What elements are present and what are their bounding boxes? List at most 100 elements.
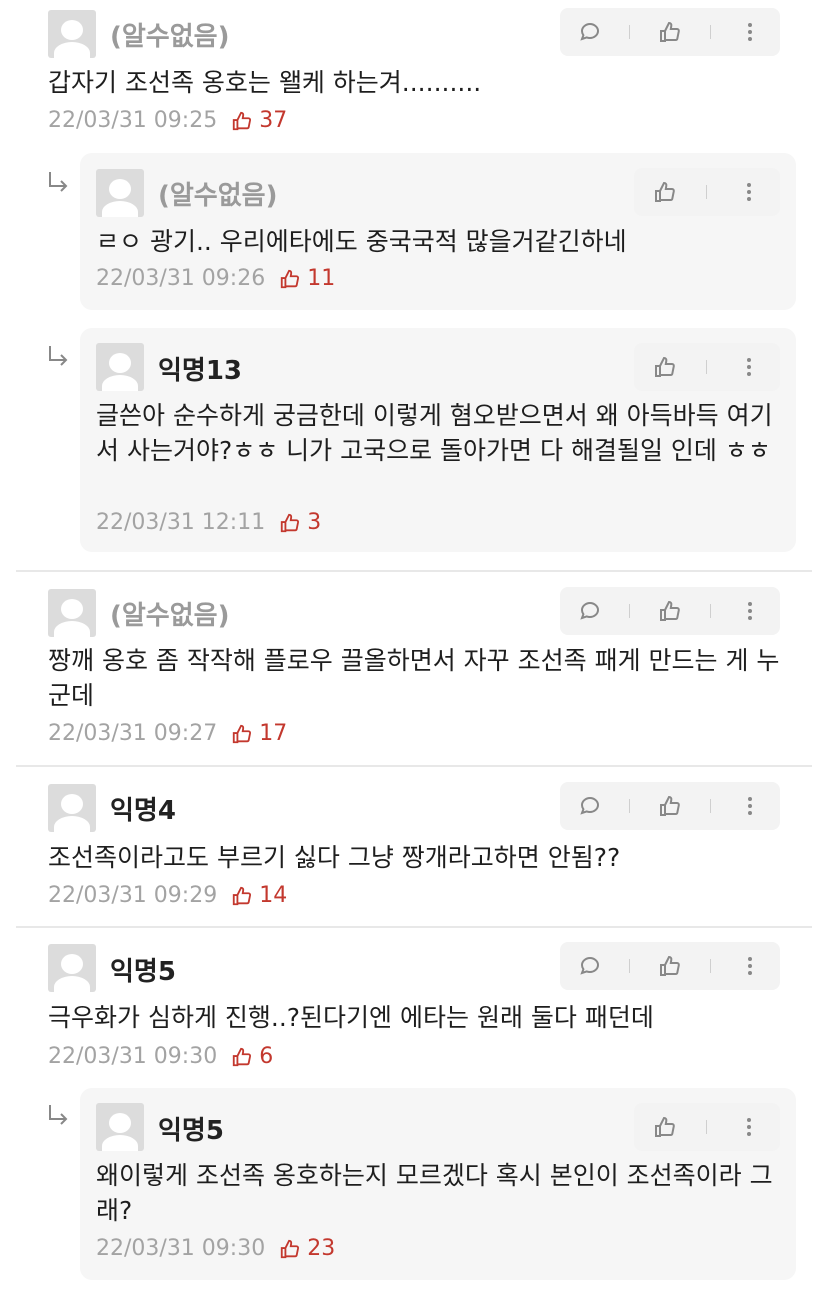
comment-author: (알수없음)	[110, 601, 230, 631]
like-count: 3	[279, 510, 321, 535]
thumbs-up-icon	[654, 1116, 675, 1137]
like-button[interactable]	[645, 347, 685, 387]
more-button[interactable]	[730, 786, 770, 826]
more-vertical-icon	[748, 602, 753, 620]
reply: 익명5 왜이렇게 조선족 옹호하는지 모르겠다 혹시 본인이 조선족이라 그래?…	[80, 1088, 796, 1280]
reply-arrow-icon	[49, 1105, 68, 1125]
comment-author: 익명4	[110, 796, 176, 826]
more-button[interactable]	[729, 1107, 769, 1147]
like-button[interactable]	[650, 946, 690, 986]
comment-text: 조선족이라고도 부르기 싫다 그냥 짱개라고하면 안됨??	[48, 843, 621, 872]
like-button[interactable]	[645, 172, 685, 212]
thumbs-up-icon	[654, 356, 675, 377]
reply-arrow-icon	[49, 346, 68, 366]
like-count: 14	[231, 883, 287, 908]
avatar	[96, 1103, 144, 1151]
comment-icon	[580, 956, 599, 975]
thumbs-up-icon	[659, 21, 680, 42]
divider	[16, 570, 812, 572]
like-count: 17	[231, 721, 287, 746]
comment-meta: 22/03/31 09:30 23	[96, 1236, 335, 1261]
comment-actions	[560, 587, 780, 635]
comment-time: 22/03/31 09:29	[48, 883, 218, 908]
comment-author: (알수없음)	[110, 22, 230, 52]
comment-actions	[634, 168, 780, 216]
comment-text: 왜이렇게 조선족 옹호하는지 모르겠다 혹시 본인이 조선족이라 그래?	[96, 1161, 773, 1225]
more-button[interactable]	[730, 12, 770, 52]
thumbs-up-icon	[659, 795, 680, 816]
thumbs-up-icon	[233, 724, 252, 743]
more-vertical-icon	[748, 797, 753, 815]
comment-meta: 22/03/31 09:29 14	[48, 883, 287, 908]
thumbs-up-icon	[233, 886, 252, 905]
thumbs-up-icon	[659, 600, 680, 621]
comment-text: 글쓴아 순수하게 궁금한데 이렇게 혐오받으면서 왜 아득바득 여기서 사는거야…	[96, 401, 773, 465]
more-vertical-icon	[747, 358, 752, 376]
like-button[interactable]	[650, 786, 690, 826]
comment-meta: 22/03/31 12:11 3	[96, 510, 321, 535]
comment-text: 짱깨 옹호 좀 작작해 플로우 끌올하면서 자꾸 조선족 패게 만드는 게 누군…	[48, 646, 780, 710]
more-button[interactable]	[730, 946, 770, 986]
like-button[interactable]	[645, 1107, 685, 1147]
comment-actions	[560, 8, 780, 56]
comment-meta: 22/03/31 09:30 6	[48, 1044, 273, 1069]
thumbs-up-icon	[281, 513, 300, 532]
avatar	[96, 343, 144, 391]
thumbs-up-icon	[659, 955, 680, 976]
like-count: 37	[231, 108, 287, 133]
thumbs-up-icon	[281, 269, 300, 288]
thumbs-up-icon	[281, 1239, 300, 1258]
comment-button[interactable]	[570, 946, 610, 986]
comment-meta: 22/03/31 09:25 37	[48, 108, 287, 133]
like-count: 23	[279, 1236, 335, 1261]
reply-arrow-icon	[49, 172, 68, 192]
comment-text: ㄹㅇ 광기.. 우리에타에도 중국국적 많을거같긴하네	[96, 227, 627, 256]
more-button[interactable]	[729, 347, 769, 387]
more-button[interactable]	[730, 591, 770, 631]
divider	[16, 765, 812, 767]
avatar	[48, 944, 96, 992]
avatar	[48, 10, 96, 58]
divider	[16, 926, 812, 928]
more-vertical-icon	[748, 957, 753, 975]
comment-author: (알수없음)	[158, 181, 278, 211]
like-button[interactable]	[650, 12, 690, 52]
comment-time: 22/03/31 09:30	[96, 1236, 266, 1261]
like-count: 11	[279, 266, 335, 291]
comment-icon	[580, 601, 599, 620]
thumbs-up-icon	[654, 181, 675, 202]
more-vertical-icon	[748, 23, 753, 41]
like-count: 6	[231, 1044, 273, 1069]
more-vertical-icon	[747, 1118, 752, 1136]
comment-author: 익명5	[110, 957, 176, 987]
comment-icon	[580, 796, 599, 815]
comment-button[interactable]	[570, 786, 610, 826]
comment-button[interactable]	[570, 591, 610, 631]
reply: (알수없음) ㄹㅇ 광기.. 우리에타에도 중국국적 많을거같긴하네 22/03…	[80, 153, 796, 310]
reply: 익명13 글쓴아 순수하게 궁금한데 이렇게 혐오받으면서 왜 아득바득 여기서…	[80, 328, 796, 552]
comment-actions	[634, 343, 780, 391]
comment-time: 22/03/31 09:27	[48, 721, 218, 746]
thumbs-up-icon	[233, 111, 252, 130]
comment-text: 극우화가 심하게 진행..?된다기엔 에타는 원래 둘다 패던데	[48, 1003, 654, 1032]
avatar	[48, 784, 96, 832]
avatar	[96, 169, 144, 217]
comment-icon	[580, 22, 599, 41]
comment-time: 22/03/31 09:30	[48, 1044, 218, 1069]
comment-time: 22/03/31 09:25	[48, 108, 218, 133]
like-button[interactable]	[650, 591, 690, 631]
thumbs-up-icon	[233, 1047, 252, 1066]
more-vertical-icon	[747, 183, 752, 201]
avatar	[48, 589, 96, 637]
comment-meta: 22/03/31 09:27 17	[48, 721, 287, 746]
more-button[interactable]	[729, 172, 769, 212]
comment-meta: 22/03/31 09:26 11	[96, 266, 335, 291]
comment-button[interactable]	[570, 12, 610, 52]
comment-text: 갑자기 조선족 옹호는 왤케 하는겨..........	[48, 68, 482, 97]
comment-author: 익명5	[158, 1116, 224, 1146]
comment-actions	[634, 1103, 780, 1151]
comment-time: 22/03/31 12:11	[96, 510, 266, 535]
comment-actions	[560, 782, 780, 830]
comment-author: 익명13	[158, 356, 243, 386]
comment-time: 22/03/31 09:26	[96, 266, 266, 291]
